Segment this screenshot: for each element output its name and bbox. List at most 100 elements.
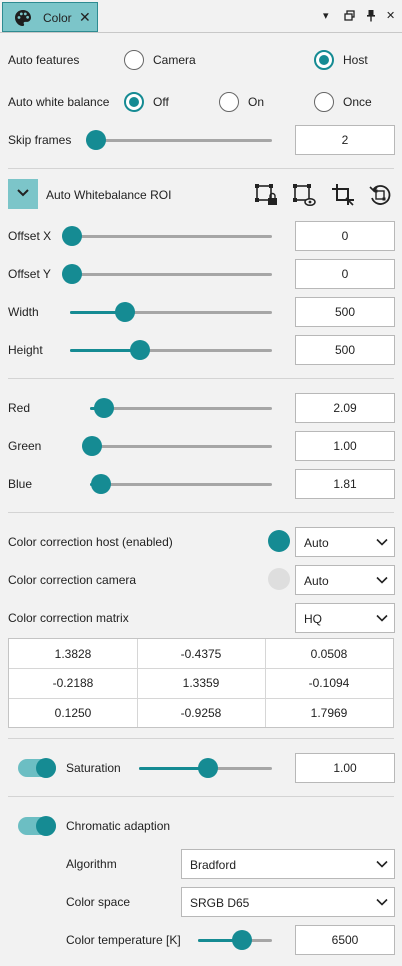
height-slider-handle[interactable] (130, 340, 150, 360)
awb-off-radio[interactable] (124, 92, 144, 112)
matrix-cell[interactable]: 1.7969 (265, 698, 393, 728)
cc-camera-select[interactable]: Auto (295, 565, 395, 595)
awb-on-radio[interactable] (219, 92, 239, 112)
green-gain-slider-handle[interactable] (82, 436, 102, 456)
cc-matrix-label: Color correction matrix (8, 611, 129, 625)
offset-x-label: Offset X (8, 229, 52, 243)
tab-title: Color (43, 11, 72, 25)
offset-y-slider-track[interactable] (62, 273, 272, 276)
panel-menu-icon[interactable]: ▾ (323, 9, 329, 23)
offset-x-slider-track[interactable] (62, 235, 272, 238)
chevron-down-icon (376, 860, 388, 868)
height-label: Height (8, 343, 43, 357)
color-space-select[interactable]: SRGB D65 (181, 887, 395, 917)
blue-gain-slider-handle[interactable] (91, 474, 111, 494)
matrix-cell[interactable]: 1.3359 (137, 668, 265, 698)
float-window-icon[interactable] (344, 10, 355, 21)
chevron-down-icon (376, 614, 388, 622)
cc-camera-status-indicator (268, 568, 290, 590)
cc-camera-label: Color correction camera (8, 573, 137, 587)
red-gain-slider-track[interactable] (90, 407, 272, 410)
offset-y-input[interactable]: 0 (295, 259, 395, 289)
auto-white-balance-label: Auto white balance (8, 95, 110, 109)
matrix-cell[interactable]: 1.3828 (9, 639, 137, 669)
blue-gain-slider-track[interactable] (90, 483, 272, 486)
color-space-label: Color space (66, 895, 131, 909)
auto-features-camera-label: Camera (153, 53, 196, 67)
skip-frames-slider-track[interactable] (86, 139, 272, 142)
auto-features-camera-radio[interactable] (124, 50, 144, 70)
cc-host-selected-value: Auto (304, 536, 329, 550)
width-input[interactable]: 500 (295, 297, 395, 327)
saturation-slider-handle[interactable] (198, 758, 218, 778)
divider (8, 378, 394, 379)
chevron-down-icon (376, 538, 388, 546)
matrix-cell[interactable]: -0.1094 (265, 668, 393, 698)
chevron-down-icon (376, 898, 388, 906)
roi-crop-icon[interactable] (331, 183, 355, 207)
divider (8, 168, 394, 169)
pin-icon[interactable] (366, 9, 376, 22)
cc-host-select[interactable]: Auto (295, 527, 395, 557)
saturation-label: Saturation (66, 761, 121, 775)
auto-features-host-radio[interactable] (314, 50, 334, 70)
red-gain-slider-handle[interactable] (94, 398, 114, 418)
title-bar: Color ✕ ▾ ✕ (0, 0, 402, 33)
tab-close-icon[interactable]: ✕ (79, 9, 91, 25)
green-gain-label: Green (8, 439, 42, 453)
green-gain-input[interactable]: 1.00 (295, 431, 395, 461)
offset-y-label: Offset Y (8, 267, 51, 281)
color-temperature-slider-handle[interactable] (232, 930, 252, 950)
green-gain-slider-track[interactable] (82, 445, 272, 448)
offset-x-input[interactable]: 0 (295, 221, 395, 251)
awb-off-label: Off (153, 95, 169, 109)
red-gain-input[interactable]: 2.09 (295, 393, 395, 423)
matrix-cell[interactable]: -0.2188 (9, 668, 137, 698)
cc-camera-selected-value: Auto (304, 574, 329, 588)
matrix-cell[interactable]: 0.0508 (265, 639, 393, 669)
divider (8, 738, 394, 739)
divider (8, 512, 394, 513)
color-space-selected-value: SRGB D65 (190, 896, 250, 910)
matrix-cell[interactable]: -0.4375 (137, 639, 265, 669)
skip-frames-slider-handle[interactable] (86, 130, 106, 150)
skip-frames-input[interactable]: 2 (295, 125, 395, 155)
roi-view-icon[interactable] (292, 183, 316, 207)
width-slider-handle[interactable] (115, 302, 135, 322)
chevron-down-icon (376, 576, 388, 584)
saturation-toggle[interactable] (18, 758, 56, 778)
cc-matrix-selected-value: HQ (304, 612, 322, 626)
matrix-cell[interactable]: -0.9258 (137, 698, 265, 728)
awb-once-radio[interactable] (314, 92, 334, 112)
width-label: Width (8, 305, 39, 319)
cc-matrix-select[interactable]: HQ (295, 603, 395, 633)
tab-color[interactable]: Color ✕ (2, 2, 98, 32)
color-temperature-input[interactable]: 6500 (295, 925, 395, 955)
saturation-input[interactable]: 1.00 (295, 753, 395, 783)
blue-gain-input[interactable]: 1.81 (295, 469, 395, 499)
algorithm-select[interactable]: Bradford (181, 849, 395, 879)
chromatic-adaption-toggle[interactable] (18, 816, 56, 836)
roi-expand-button[interactable] (8, 179, 38, 209)
chromatic-adaption-label: Chromatic adaption (66, 819, 171, 833)
roi-section-title: Auto Whitebalance ROI (46, 188, 172, 202)
cc-matrix-table: 1.3828 -0.4375 0.0508 -0.2188 1.3359 -0.… (8, 638, 394, 728)
divider (8, 796, 394, 797)
offset-y-slider-handle[interactable] (62, 264, 82, 284)
blue-gain-label: Blue (8, 477, 33, 491)
height-input[interactable]: 500 (295, 335, 395, 365)
cc-host-label: Color correction host (enabled) (8, 535, 173, 549)
chevron-down-icon (17, 189, 29, 197)
awb-on-label: On (248, 95, 265, 109)
algorithm-selected-value: Bradford (190, 858, 237, 872)
close-panel-icon[interactable]: ✕ (386, 9, 395, 23)
red-gain-label: Red (8, 401, 31, 415)
roi-lock-icon[interactable] (254, 183, 278, 207)
algorithm-label: Algorithm (66, 857, 117, 871)
roi-reset-icon[interactable] (368, 183, 392, 207)
auto-features-host-label: Host (343, 53, 368, 67)
palette-icon (15, 10, 31, 26)
awb-once-label: Once (343, 95, 372, 109)
matrix-cell[interactable]: 0.1250 (9, 698, 137, 728)
offset-x-slider-handle[interactable] (62, 226, 82, 246)
